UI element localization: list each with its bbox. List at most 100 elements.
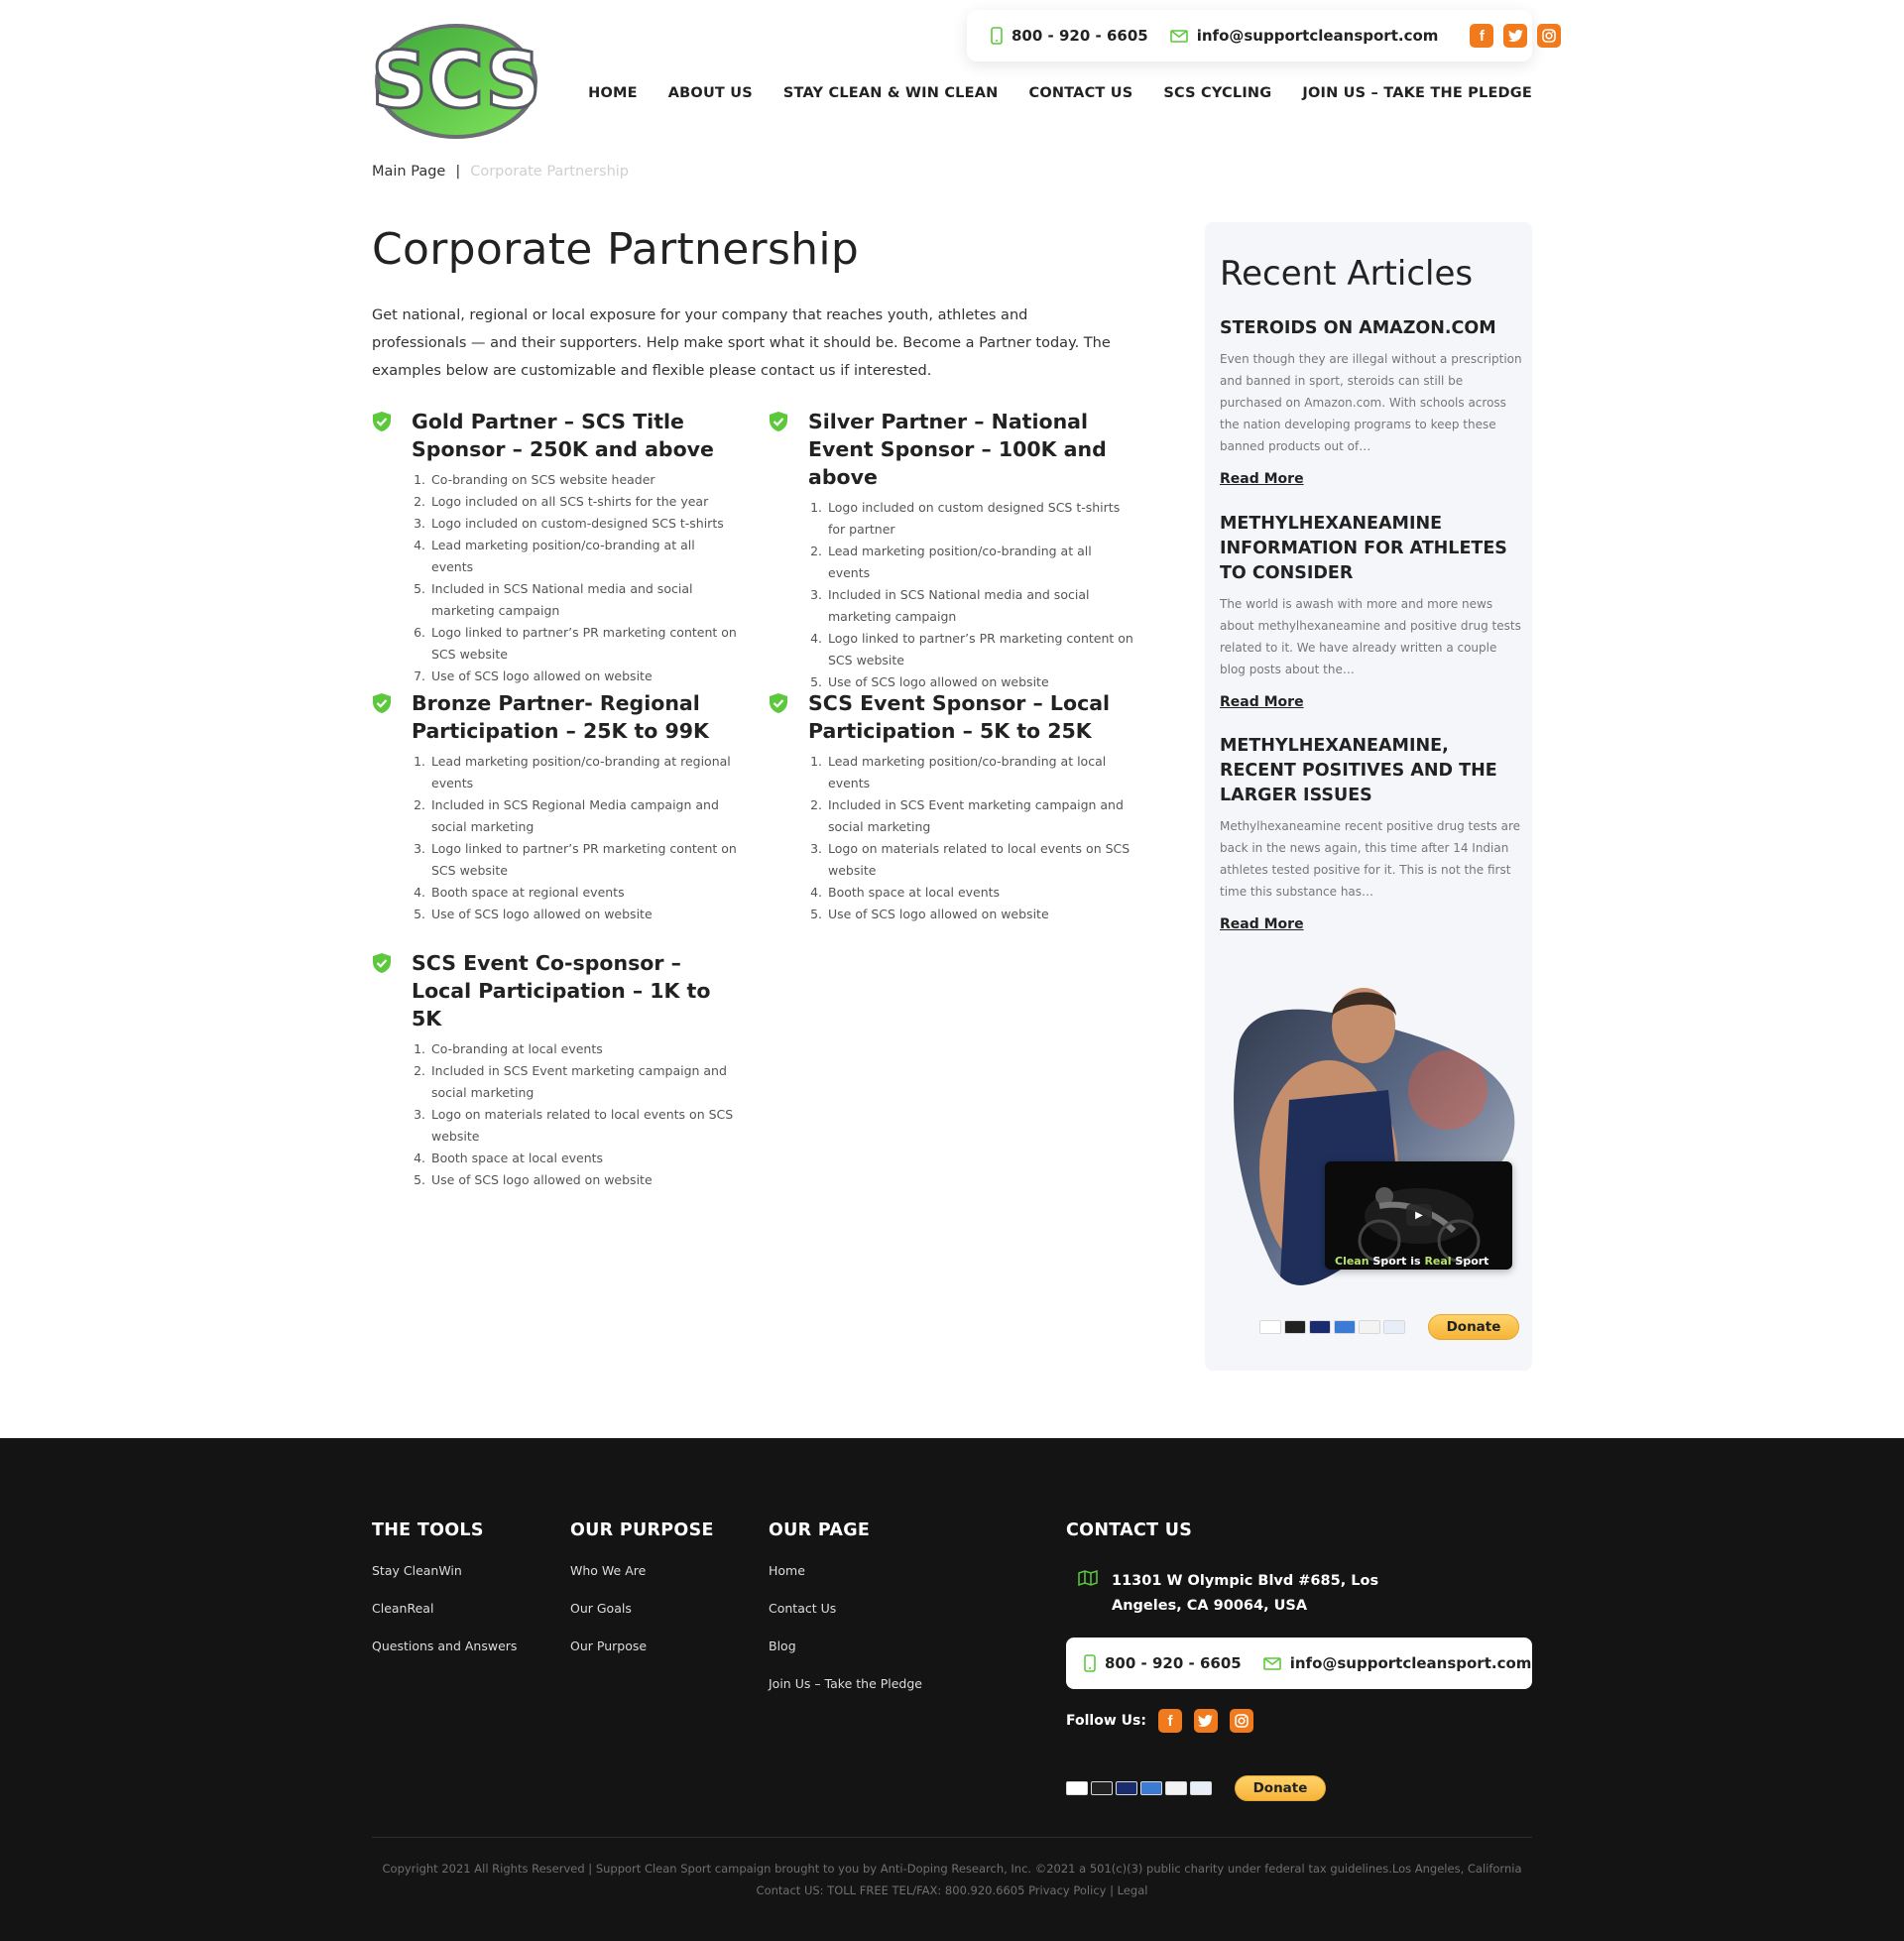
instagram-icon[interactable]: [1229, 1709, 1253, 1733]
footer-link[interactable]: Join Us – Take the Pledge: [769, 1676, 922, 1691]
footer-link[interactable]: Contact Us: [769, 1601, 922, 1616]
facebook-icon[interactable]: f: [1157, 1709, 1182, 1733]
list-item: Logo linked to partner’s PR marketing co…: [826, 628, 1135, 671]
logo-text: SCS: [372, 37, 540, 126]
shield-check-icon: [373, 412, 391, 431]
list-item: Booth space at local events: [826, 882, 1135, 904]
header-phone[interactable]: 800 - 920 - 6605: [991, 27, 1148, 45]
footer-contact-box: 800 - 920 - 6605 info@supportcleansport.…: [1066, 1638, 1532, 1689]
nav-contact-us[interactable]: CONTACT US: [1028, 85, 1132, 101]
list-item: Use of SCS logo allowed on website: [429, 1169, 739, 1191]
tier-title: Gold Partner – SCS Title Sponsor – 250K …: [412, 410, 714, 461]
article-title[interactable]: STEROIDS ON AMAZON.COM: [1220, 316, 1522, 341]
footer-divider: [372, 1837, 1532, 1838]
play-icon[interactable]: ▶: [1406, 1204, 1432, 1226]
tier-title: Bronze Partner- Regional Participation –…: [412, 691, 709, 743]
article-title[interactable]: METHYLHEXANEAMINE INFORMATION FOR ATHLET…: [1220, 512, 1522, 586]
amex-card-icon: [1140, 1781, 1162, 1795]
list-item: Lead marketing position/co-branding at r…: [429, 751, 739, 794]
twitter-icon[interactable]: [1193, 1709, 1218, 1733]
instagram-icon[interactable]: [1537, 24, 1562, 48]
nav-about-us[interactable]: ABOUT US: [668, 85, 753, 101]
footer-address: 11301 W Olympic Blvd #685, Los Angeles, …: [1078, 1569, 1409, 1619]
footer-column-contact: CONTACT US: [1066, 1520, 1192, 1540]
footer-column-title: OUR PURPOSE: [570, 1520, 714, 1540]
caption-word: Real: [1424, 1255, 1452, 1268]
phone-icon: [1084, 1654, 1096, 1672]
footer-address-text: 11301 W Olympic Blvd #685, Los Angeles, …: [1112, 1573, 1379, 1614]
article-item: STEROIDS ON AMAZON.COM Even though they …: [1220, 316, 1522, 487]
site-footer: THE TOOLS Stay CleanWin CleanReal Questi…: [0, 1438, 1904, 1941]
footer-link[interactable]: Who We Are: [570, 1563, 714, 1578]
shield-check-icon: [770, 693, 787, 713]
visa-card-icon: [1259, 1320, 1281, 1334]
footer-phone[interactable]: 800 - 920 - 6605: [1084, 1654, 1242, 1672]
visa-card-icon: [1066, 1781, 1088, 1795]
footer-follow-us: Follow Us: f: [1066, 1709, 1253, 1733]
footer-link[interactable]: Questions and Answers: [372, 1638, 517, 1653]
footer-email-text: info@supportcleansport.com: [1289, 1654, 1532, 1672]
nav-scs-cycling[interactable]: SCS CYCLING: [1163, 85, 1271, 101]
tier-title: Silver Partner – National Event Sponsor …: [808, 410, 1107, 489]
footer-phone-text: 800 - 920 - 6605: [1105, 1654, 1242, 1672]
footer-link[interactable]: Stay CleanWin: [372, 1563, 517, 1578]
list-item: Logo included on custom designed SCS t-s…: [826, 497, 1135, 541]
footer-link[interactable]: Our Purpose: [570, 1638, 714, 1653]
footer-link[interactable]: CleanReal: [372, 1601, 517, 1616]
jcb-card-icon: [1190, 1781, 1212, 1795]
footer-donate-button[interactable]: Donate: [1235, 1775, 1326, 1801]
list-item: Lead marketing position/co-branding at l…: [826, 751, 1135, 794]
breadcrumb-home[interactable]: Main Page: [372, 164, 445, 180]
footer-link[interactable]: Our Goals: [570, 1601, 714, 1616]
twitter-icon[interactable]: [1503, 24, 1528, 48]
footer-link[interactable]: Home: [769, 1563, 922, 1578]
read-more-link[interactable]: Read More: [1220, 694, 1304, 710]
list-item: Lead marketing position/co-branding at a…: [826, 541, 1135, 584]
footer-link[interactable]: Blog: [769, 1638, 922, 1653]
breadcrumb: Main Page | Corporate Partnership: [372, 164, 629, 180]
list-item: Lead marketing position/co-branding at a…: [429, 535, 739, 578]
header-phone-text: 800 - 920 - 6605: [1012, 27, 1148, 45]
list-item: Use of SCS logo allowed on website: [429, 904, 739, 925]
site-logo[interactable]: SCS: [370, 20, 542, 143]
facebook-icon[interactable]: f: [1470, 24, 1494, 48]
mastercard-icon: [1091, 1781, 1113, 1795]
intro-text: Get national, regional or local exposure…: [372, 307, 1111, 379]
list-item: Included in SCS National media and socia…: [429, 578, 739, 622]
tier-title: SCS Event Sponsor – Local Participation …: [808, 691, 1111, 743]
main-nav: HOME ABOUT US STAY CLEAN & WIN CLEAN CON…: [557, 85, 1532, 101]
list-item: Included in SCS Regional Media campaign …: [429, 794, 739, 838]
list-item: Co-branding at local events: [429, 1038, 739, 1060]
header-email[interactable]: info@supportcleansport.com: [1169, 27, 1438, 45]
tier-card-co-sponsor: SCS Event Co-sponsor – Local Participati…: [372, 949, 739, 1191]
list-item: Logo on materials related to local event…: [429, 1104, 739, 1148]
video-thumbnail[interactable]: ▶ Clean Sport is Real Sport: [1325, 1161, 1512, 1270]
breadcrumb-separator: |: [455, 164, 461, 180]
footer-email[interactable]: info@supportcleansport.com: [1262, 1654, 1532, 1672]
footer-column-page: OUR PAGE Home Contact Us Blog Join Us – …: [769, 1520, 922, 1714]
list-item: Co-branding on SCS website header: [429, 469, 739, 491]
nav-stay-clean[interactable]: STAY CLEAN & WIN CLEAN: [783, 85, 999, 101]
tier-benefits-list: Logo included on custom designed SCS t-s…: [826, 497, 1135, 693]
caption-word: Sport is: [1372, 1255, 1421, 1268]
read-more-link[interactable]: Read More: [1220, 471, 1304, 487]
tier-benefits-list: Lead marketing position/co-branding at r…: [429, 751, 739, 925]
shield-check-icon: [770, 412, 787, 431]
article-title[interactable]: METHYLHEXANEAMINE, RECENT POSITIVES AND …: [1220, 734, 1522, 808]
donate-button[interactable]: Donate: [1428, 1314, 1519, 1340]
page-title: Corporate Partnership: [372, 224, 860, 275]
tier-benefits-list: Co-branding at local events Included in …: [429, 1038, 739, 1191]
list-item: Included in SCS Event marketing campaign…: [826, 794, 1135, 838]
nav-home[interactable]: HOME: [588, 85, 638, 101]
list-item: Logo linked to partner’s PR marketing co…: [429, 838, 739, 882]
nav-join-us[interactable]: JOIN US – TAKE THE PLEDGE: [1302, 85, 1532, 101]
top-contact-bar: 800 - 920 - 6605 info@supportcleansport.…: [967, 10, 1562, 61]
shield-check-icon: [373, 953, 391, 973]
footer-payment-row: Donate: [1066, 1775, 1326, 1801]
article-excerpt: Even though they are illegal without a p…: [1220, 352, 1522, 453]
article-excerpt: The world is awash with more and more ne…: [1220, 597, 1521, 676]
read-more-link[interactable]: Read More: [1220, 916, 1304, 932]
tier-card-silver: Silver Partner – National Event Sponsor …: [769, 408, 1135, 693]
article-item: METHYLHEXANEAMINE, RECENT POSITIVES AND …: [1220, 734, 1522, 932]
tier-benefits-list: Lead marketing position/co-branding at l…: [826, 751, 1135, 925]
